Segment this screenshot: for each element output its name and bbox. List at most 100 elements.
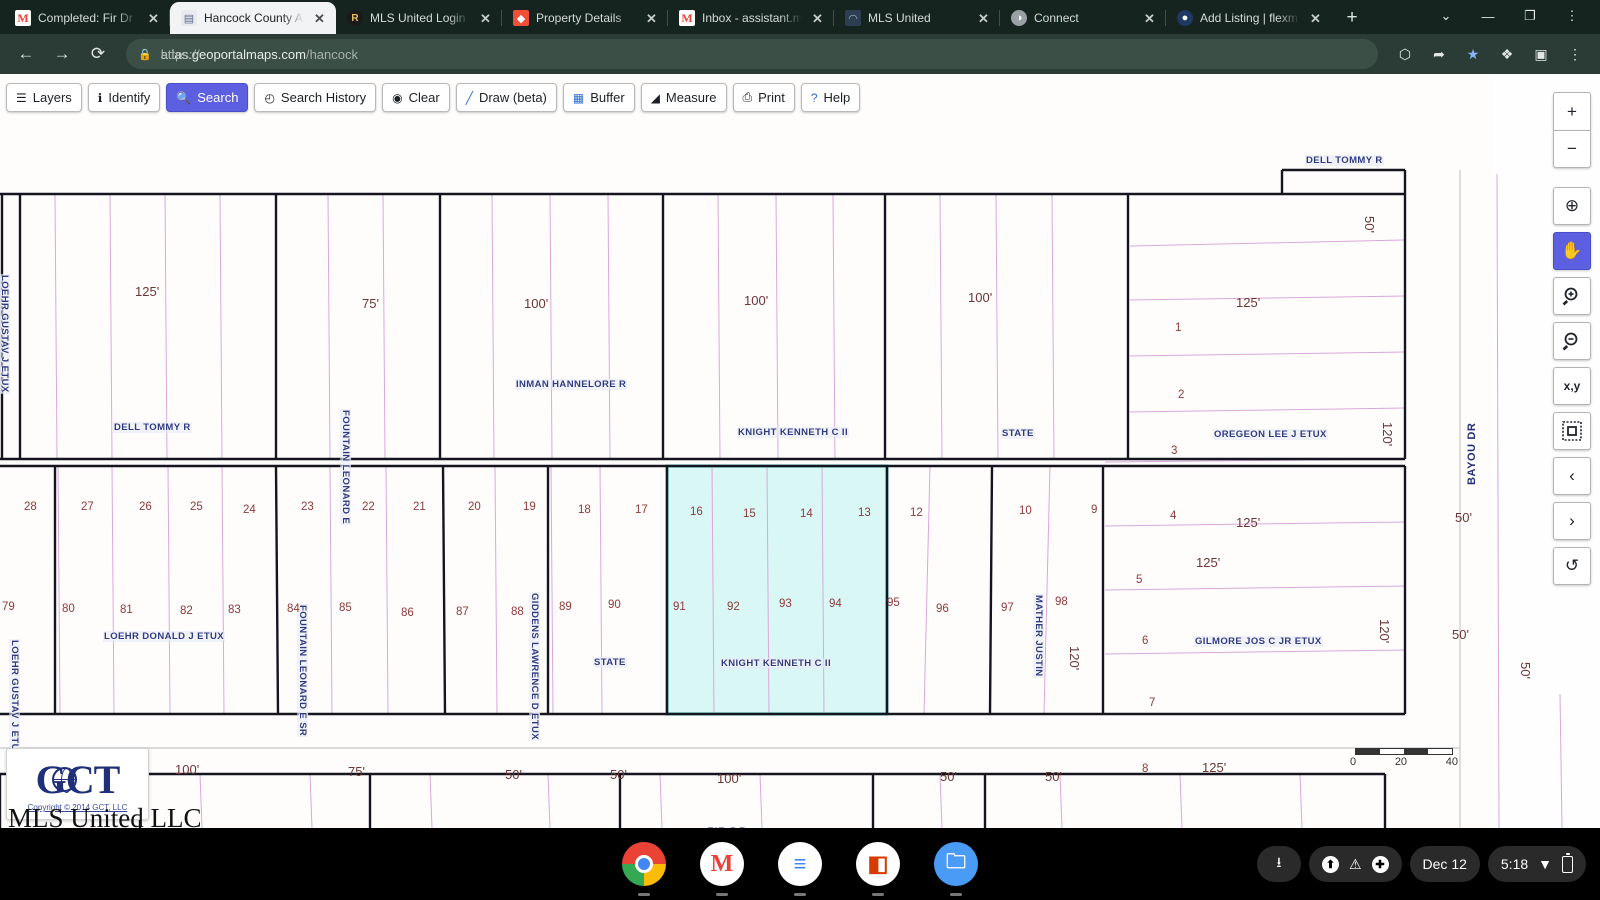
lot-number-label: 17 [635, 504, 648, 516]
lot-number-label: 16 [690, 506, 703, 518]
parcel-map[interactable]: ☰ Layers ℹ Identify 🔍 Search ◴ Search Hi… [0, 74, 1600, 828]
forward-button[interactable]: → [46, 38, 78, 70]
lot-number-label: 2 [1178, 389, 1185, 401]
docs-app-icon[interactable]: ≡ [778, 842, 822, 886]
lot-number-label: 20 [468, 501, 481, 513]
browser-tab[interactable]: R MLS United Login ✕ [336, 2, 502, 34]
new-tab-button[interactable]: + [1338, 4, 1366, 32]
globe-icon [51, 767, 77, 793]
browser-tab[interactable]: ◠ MLS United ✕ [834, 2, 1000, 34]
status-icons-tray[interactable]: ⬆ ⚠ ✚ [1308, 846, 1402, 882]
browser-tab[interactable]: M Inbox - assistant.m ✕ [668, 2, 834, 34]
lot-number-label: 24 [243, 504, 256, 516]
tab-close-icon[interactable]: ✕ [975, 10, 992, 27]
zoom-in-box-button[interactable] [1553, 277, 1591, 315]
tab-close-icon[interactable]: ✕ [1141, 10, 1158, 27]
files-app-icon[interactable]: 🗀 [934, 842, 978, 886]
ruler-icon: ◢ [650, 90, 660, 105]
reload-button[interactable]: ⟳ [82, 38, 114, 70]
pan-hand-button[interactable]: ✋ [1553, 232, 1591, 270]
zoom-out-box-button[interactable] [1553, 322, 1591, 360]
lot-number-label: 21 [413, 501, 426, 513]
lot-number-label: 80 [62, 603, 75, 615]
layers-label: Layers [32, 90, 72, 105]
dimension-label: 50' [1518, 662, 1533, 679]
back-button[interactable]: ← [10, 38, 42, 70]
identify-button[interactable]: ℹ Identify [87, 83, 161, 112]
browser-window: M Completed: Fir Dr ✕ ▤ Hancock County A… [0, 0, 1600, 828]
buffer-button[interactable]: ▦ Buffer [562, 83, 635, 112]
locate-crosshair-button[interactable]: ⊕ [1553, 187, 1591, 225]
gmail-app-icon[interactable]: M [700, 842, 744, 886]
battery-icon [1562, 852, 1573, 873]
measure-label: Measure [665, 90, 717, 105]
tab-close-icon[interactable]: ✕ [311, 10, 328, 27]
dimension-label: 50' [1362, 216, 1377, 233]
measure-button[interactable]: ◢ Measure [640, 83, 727, 112]
cast-icon[interactable]: ⬡ [1390, 39, 1420, 69]
address-bar[interactable]: 🔒 https://atlas.geoportalmaps.com/hancoc… [126, 39, 1378, 69]
dimension-label: 50' [1455, 510, 1472, 525]
gmail-favicon-icon: M [15, 10, 31, 26]
next-extent-button[interactable]: › [1553, 502, 1591, 540]
search-history-button[interactable]: ◴ Search History [254, 83, 377, 112]
browser-tab-active[interactable]: ▤ Hancock County A ✕ [170, 2, 336, 34]
tab-title: Inbox - assistant.m [702, 11, 802, 25]
tab-close-icon[interactable]: ✕ [145, 10, 162, 27]
bookmark-star-icon[interactable]: ★ [1458, 39, 1488, 69]
search-label: Search [197, 90, 239, 105]
office-app-icon[interactable]: ◧ [856, 842, 900, 886]
downloads-tray-button[interactable]: ⭳ [1256, 846, 1301, 882]
zoom-out-button[interactable]: − [1553, 130, 1591, 168]
tab-close-icon[interactable]: ✕ [643, 10, 660, 27]
minimize-window-button[interactable]: — [1468, 2, 1508, 30]
previous-extent-button[interactable]: ‹ [1553, 457, 1591, 495]
chrome-app-icon[interactable] [622, 842, 666, 886]
xy-coordinates-button[interactable]: x,y [1553, 367, 1591, 405]
tab-title: Completed: Fir Dr [38, 11, 133, 25]
lot-number-label: 93 [779, 598, 792, 610]
date-tray-button[interactable]: Dec 12 [1409, 846, 1480, 882]
tab-close-icon[interactable]: ✕ [1307, 10, 1324, 27]
share-icon[interactable]: ➦ [1424, 39, 1454, 69]
browser-tab[interactable]: ◆ Property Details ✕ [502, 2, 668, 34]
search-icon: 🔍 [176, 90, 192, 105]
browser-tab[interactable]: ● Add Listing | flexm ✕ [1166, 2, 1332, 34]
lot-number-label: 89 [559, 601, 572, 613]
refresh-button[interactable]: ↺ [1553, 547, 1591, 585]
parcel-owner-label: FOUNTAIN LEONARD E SR [297, 604, 308, 738]
window-controls: ⌄ — ❐ ⋮ [1426, 2, 1600, 34]
mls-favicon-icon: R [347, 10, 363, 26]
browser-tab[interactable]: M Completed: Fir Dr ✕ [4, 2, 170, 34]
window-menu-button[interactable]: ⋮ [1552, 2, 1592, 30]
select-box-button[interactable] [1553, 412, 1591, 450]
select-box-icon [1562, 421, 1582, 441]
lot-number-label: 12 [910, 507, 923, 519]
lot-number-label: 95 [887, 597, 900, 609]
lot-number-label: 25 [190, 501, 203, 513]
lot-number-label: 79 [2, 601, 15, 613]
time-label: 5:18 [1500, 856, 1529, 872]
draw-button[interactable]: ╱ Draw (beta) [455, 83, 557, 112]
zoom-in-button[interactable]: + [1553, 92, 1591, 130]
browser-tab[interactable]: ◑ Connect ✕ [1000, 2, 1166, 34]
lot-number-label: 23 [301, 501, 314, 513]
lot-number-label: 26 [139, 501, 152, 513]
browser-menu-icon[interactable]: ⋮ [1560, 39, 1590, 69]
extensions-icon[interactable]: ❖ [1492, 39, 1522, 69]
print-label: Print [758, 90, 785, 105]
clear-button[interactable]: ◉ Clear [382, 83, 450, 112]
maximize-window-button[interactable]: ❐ [1510, 2, 1550, 30]
status-tray-button[interactable]: 5:18 ▼ [1487, 846, 1586, 882]
help-button[interactable]: ? Help [800, 83, 861, 112]
profile-icon[interactable]: ▣ [1526, 39, 1556, 69]
layers-button[interactable]: ☰ Layers [6, 83, 82, 112]
tab-close-icon[interactable]: ✕ [809, 10, 826, 27]
tab-close-icon[interactable]: ✕ [477, 10, 494, 27]
parcel-owner-label: FOUNTAIN LEONARD E [340, 409, 351, 526]
search-button[interactable]: 🔍 Search [166, 83, 249, 112]
dimension-label: 100' [968, 290, 993, 305]
print-button[interactable]: ⎙ Print [732, 83, 795, 112]
parcel-owner-label: MATHER JUSTIN [1033, 594, 1044, 678]
tab-search-chevron-icon[interactable]: ⌄ [1426, 2, 1466, 30]
